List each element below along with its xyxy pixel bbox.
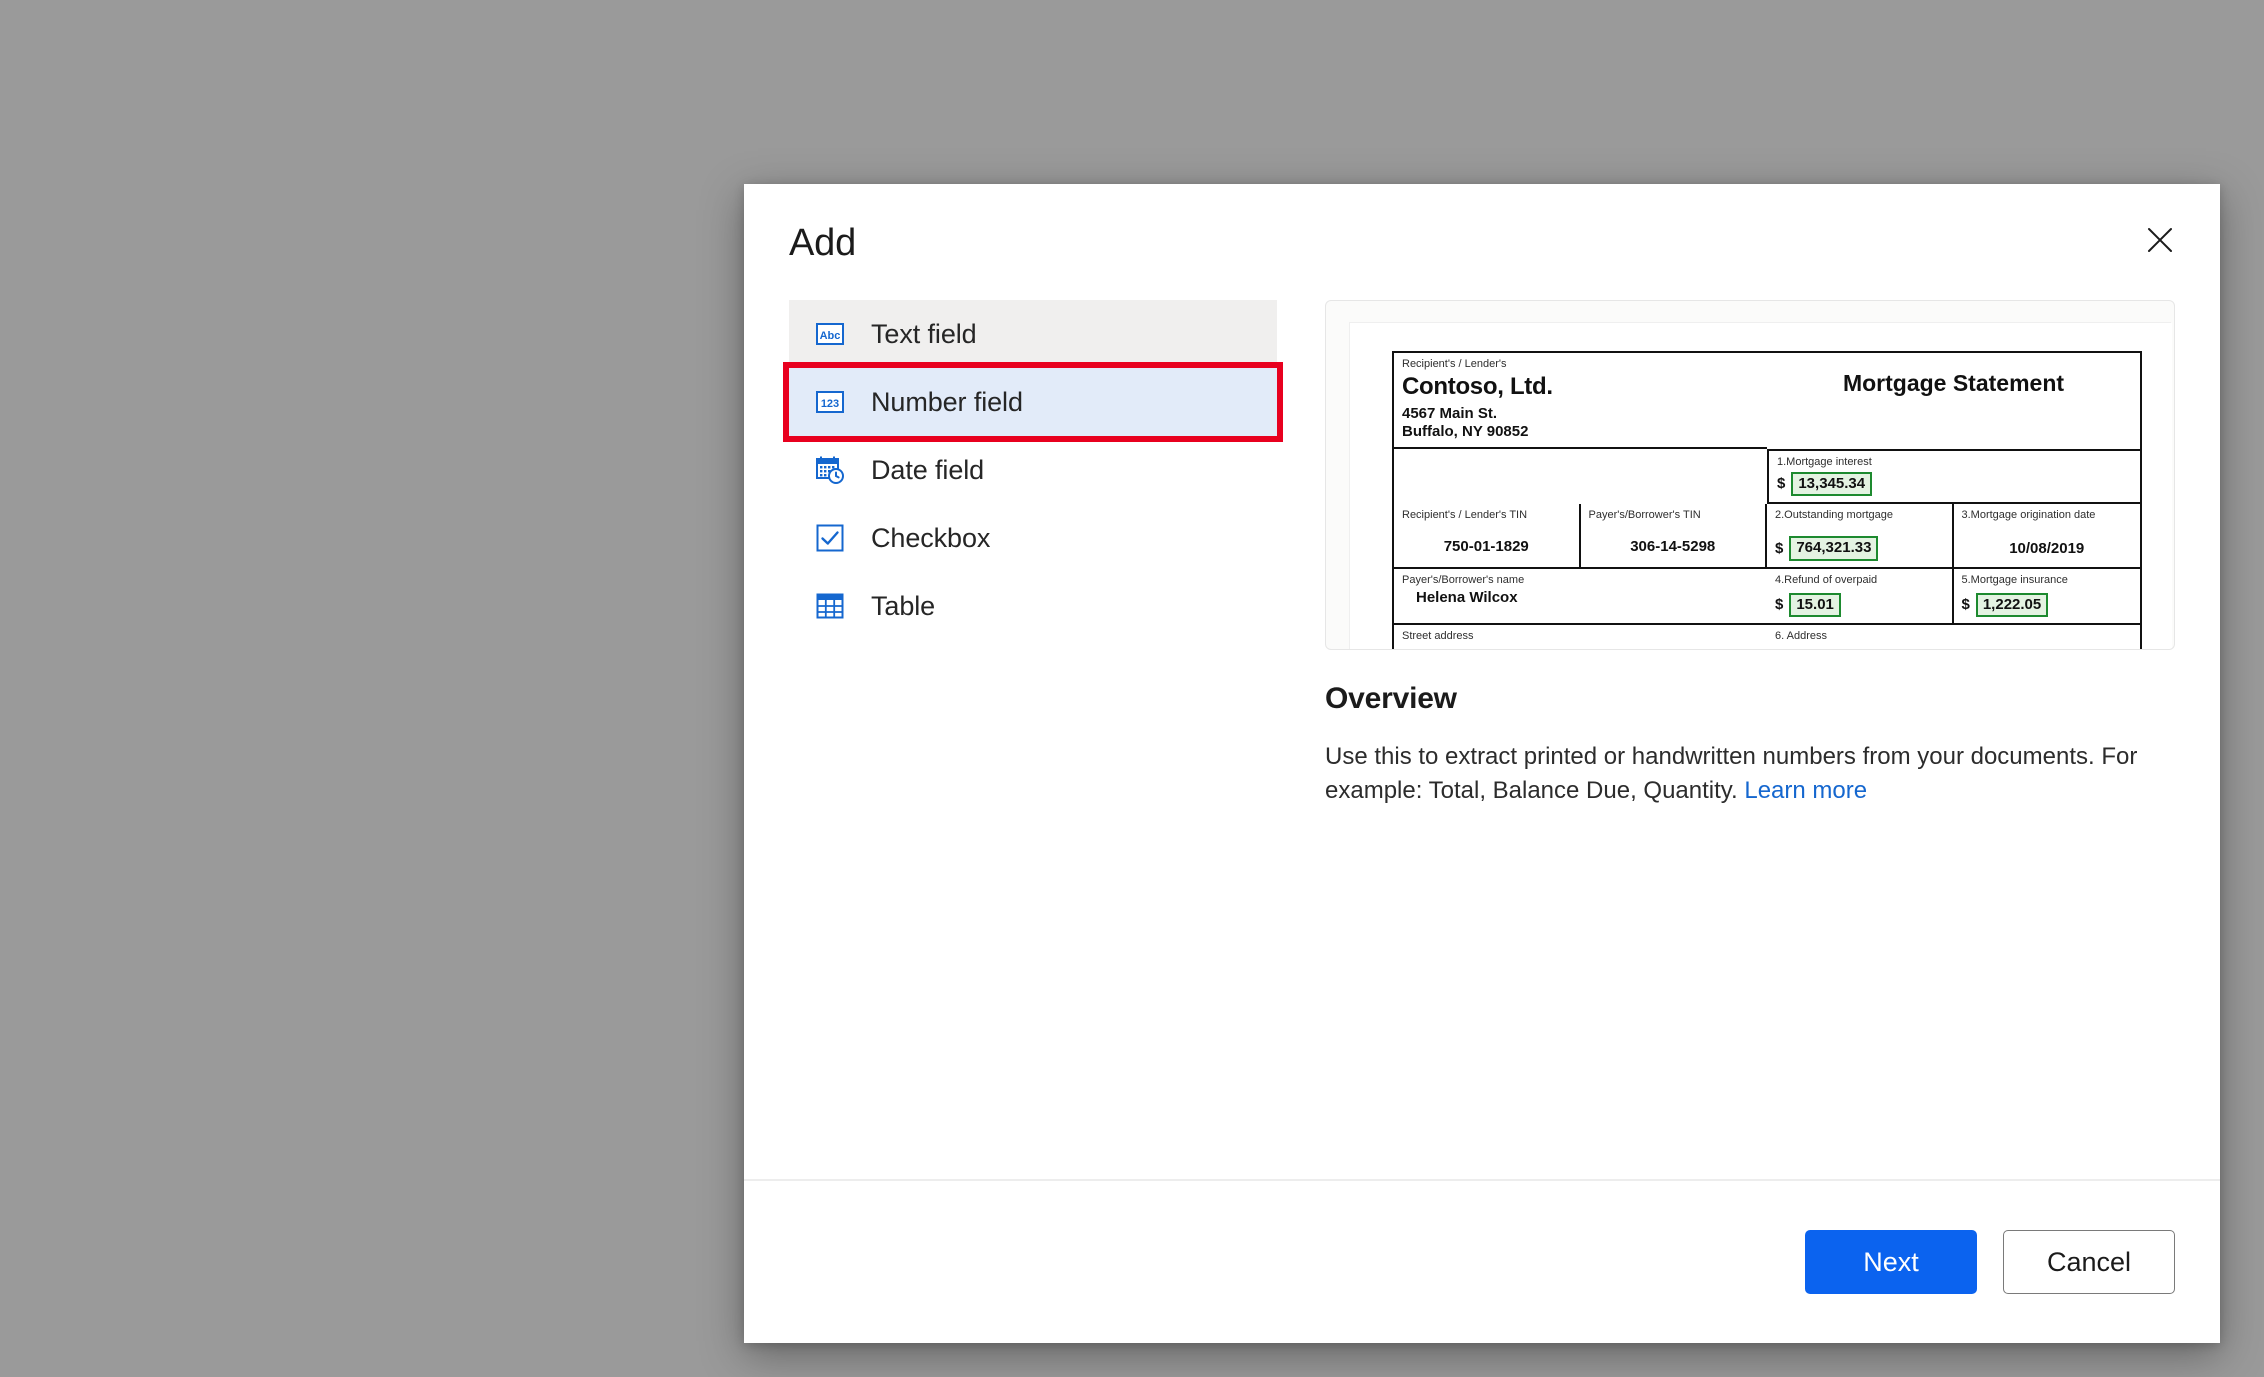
field-type-list: Abc Text field 123 Number field Date fie… [783,294,1283,640]
form-label: 1.Mortgage interest [1777,455,1872,468]
table-icon [815,591,845,621]
document-preview: Recipient's / Lender's Contoso, Ltd. 456… [1325,300,2175,650]
document-page: Recipient's / Lender's Contoso, Ltd. 456… [1350,323,2172,649]
form-cell-recipient: Recipient's / Lender's Contoso, Ltd. 456… [1394,353,1767,449]
form-cell-left-stack: Street address 123 Main St Apt. 10 City … [1394,625,1767,649]
field-type-label: Checkbox [871,522,991,553]
form-label: Payer's/Borrower's name [1402,573,1525,586]
field-type-option-date-field[interactable]: Date field [789,436,1277,504]
extracted-number-highlight: 15.01 [1789,592,1841,618]
overview-text: Use this to extract printed or handwritt… [1325,740,2175,808]
form-label: Recipient's / Lender's [1402,358,1507,370]
form-value-recipient-city: Buffalo, NY 90852 [1402,422,1529,440]
form-label: 6. Address [1775,630,1827,643]
field-type-option-text-field[interactable]: Abc Text field [789,300,1277,368]
document-title: Mortgage Statement [1842,370,2065,396]
cancel-button[interactable]: Cancel [2003,1230,2175,1294]
form-value-recipient-street: 4567 Main St. [1402,404,1498,422]
form-label: Street address [1402,630,1474,643]
form-value-box3: 10/08/2019 [2009,540,2085,558]
extracted-number-highlight: 13,345.34 [1791,471,1873,497]
form-cell-doc-title: Mortgage Statement [1767,353,2140,449]
field-type-option-number-field[interactable]: 123 Number field [783,362,1283,442]
extracted-number-highlight: 764,321.33 [1789,536,1879,561]
currency-symbol: $ [1775,596,1784,614]
form-value-box1: $ 13,345.34 [1777,471,2132,497]
form-cell-recipient-tin: Recipient's / Lender's TIN 750-01-1829 [1394,504,1581,569]
form-cell-box1: 1.Mortgage interest $ 13,345.34 [1767,448,2140,505]
form-value-box2: $ 764,321.33 [1775,536,1944,561]
dialog-title: Add [789,222,857,264]
svg-text:123: 123 [821,398,839,410]
form-label: 5.Mortgage insurance [1961,573,2068,586]
currency-symbol: $ [1961,596,1970,614]
calendar-clock-icon [815,455,845,485]
learn-more-link[interactable]: Learn more [1744,777,1867,804]
application-root: Choose document type Unstructured and fr… [0,0,2264,1377]
form-cell-payer-name: Payer's/Borrower's name Helena Wilcox [1394,569,1767,626]
form-value-payer-tin: 306-14-5298 [1630,538,1716,556]
currency-symbol: $ [1777,475,1786,493]
field-type-label: Number field [871,386,1023,417]
add-field-dialog: Add Abc Text field 123 Number field Date… [744,184,2220,1343]
extracted-number-highlight: 1,222.05 [1975,592,2049,618]
form-label: 3.Mortgage origination date [1961,509,2096,522]
form-cell-box5: 5.Mortgage insurance $ 1,222.05 [1953,569,2140,626]
field-type-label: Table [871,590,936,621]
form-label: 2.Outstanding mortgage [1775,509,1894,522]
field-type-option-table[interactable]: Table [789,572,1277,640]
form-cell-street-address: Street address 123 Main St Apt. 10 [1394,625,1767,649]
form-cell-box6-address: 6. Address 1025 Fifth St. Sunnyvale, CA … [1767,625,2140,649]
next-button[interactable]: Next [1805,1230,1977,1294]
field-type-option-checkbox[interactable]: Checkbox [789,504,1277,572]
checkbox-icon [815,523,845,553]
form-value-recipient-name: Contoso, Ltd. [1402,372,1553,400]
currency-symbol: $ [1775,539,1784,557]
form-value-box4: $ 15.01 [1775,592,1944,618]
overview-body: Use this to extract printed or handwritt… [1325,743,2138,805]
field-type-label: Date field [871,454,985,485]
form-cell-spacer [1394,449,1767,504]
field-type-preview-panel: Recipient's / Lender's Contoso, Ltd. 456… [1325,294,2175,808]
form-cell-payer-tin: Payer's/Borrower's TIN 306-14-5298 [1580,504,1767,569]
form-cell-box2: 2.Outstanding mortgage $ 764,321.33 [1767,504,1954,569]
close-icon[interactable] [2132,212,2188,268]
field-type-label: Text field [871,318,977,349]
123-icon: 123 [815,387,845,417]
form-label: 4.Refund of overpaid [1775,573,1878,586]
form-cell-box4: 4.Refund of overpaid $ 15.01 [1767,568,1954,626]
abc-icon: Abc [815,319,845,349]
dialog-header: Add [744,184,2220,294]
form-label: Payer's/Borrower's TIN [1588,509,1701,522]
form-value-payer-name: Helena Wilcox [1416,588,1518,606]
mortgage-statement-form: Recipient's / Lender's Contoso, Ltd. 456… [1392,351,2142,649]
svg-text:Abc: Abc [820,330,841,342]
dialog-body: Abc Text field 123 Number field Date fie… [744,294,2220,1179]
form-label: Recipient's / Lender's TIN [1402,509,1528,522]
dialog-footer: Next Cancel [744,1179,2220,1343]
overview-heading: Overview [1325,682,1457,715]
form-value-box5: $ 1,222.05 [1961,592,2133,618]
form-value-recipient-tin: 750-01-1829 [1443,538,1529,556]
form-cell-box3: 3.Mortgage origination date 10/08/2019 [1953,504,2140,569]
